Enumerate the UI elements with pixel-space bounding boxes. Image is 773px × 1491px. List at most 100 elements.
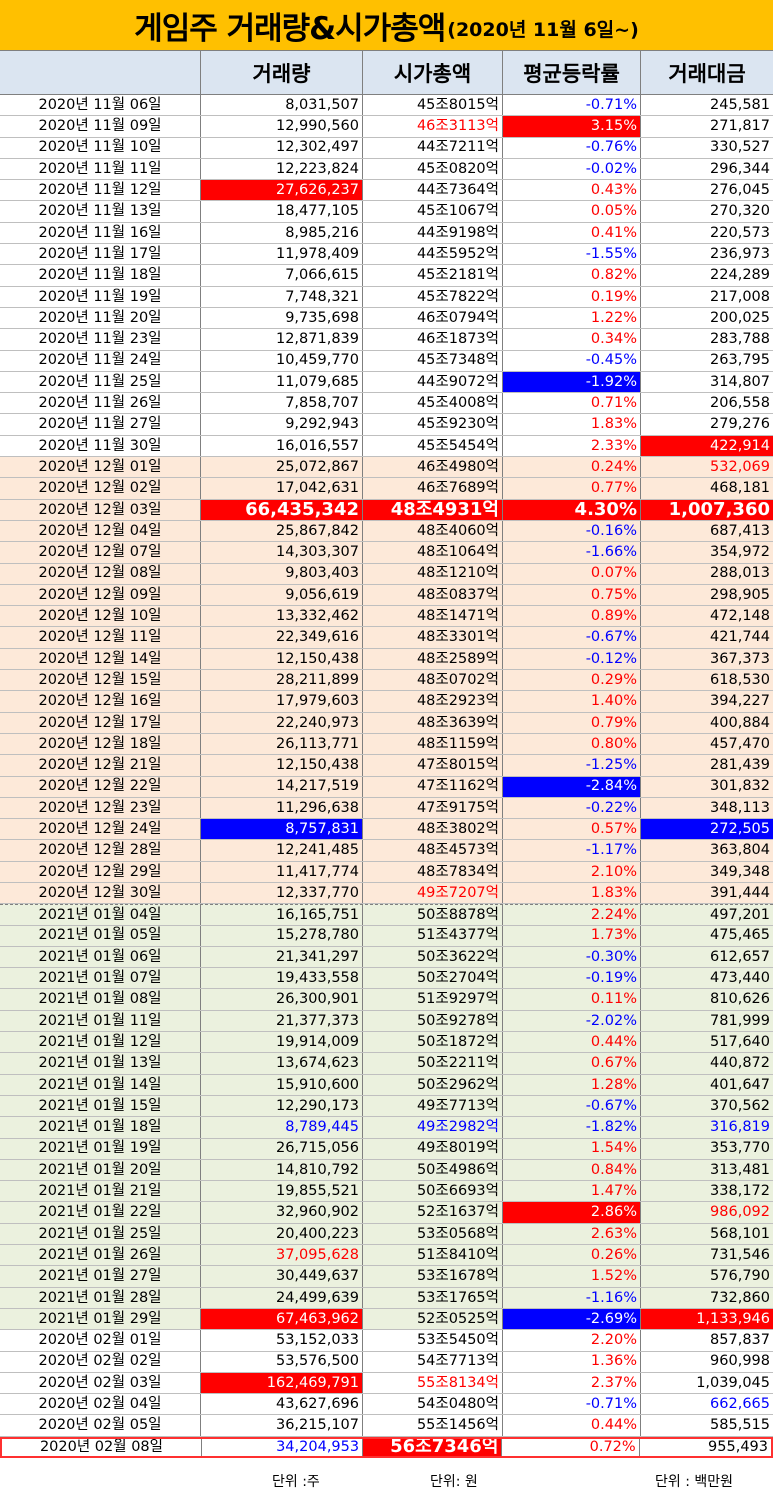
cell-date: 2021년 01월 29일 [38, 1310, 162, 1327]
table-row: 2021년 01월 27일 30,449,637 53조1678억 1.52% 576,… [0, 1266, 773, 1288]
cell-volume: 14,217,519 [200, 776, 362, 797]
cell-avg-change: -1.82% [502, 1117, 640, 1138]
cell-trade-amount: 532,069 [640, 457, 773, 478]
cell-trade-amount: 394,227 [640, 691, 773, 712]
cell-avg-change: 0.41% [502, 222, 640, 244]
cell-market-cap: 51조9297억 [362, 989, 502, 1010]
cell-trade-amount: 475,465 [640, 925, 773, 946]
table-row: 2020년 12월 21일 12,150,438 47조8015억 -1.25% 281… [0, 755, 773, 777]
header-date [0, 51, 200, 94]
cell-volume: 19,855,521 [200, 1181, 362, 1202]
cell-avg-change: 0.44% [502, 1415, 640, 1436]
cell-avg-change: 1.22% [502, 307, 640, 329]
cell-market-cap: 50조9278억 [362, 1010, 502, 1032]
cell-date: 2020년 11월 25일 [38, 373, 162, 390]
cell-volume: 11,978,409 [200, 244, 362, 265]
cell-market-cap: 50조2962억 [362, 1074, 502, 1095]
cell-avg-change: 0.29% [502, 670, 640, 691]
table-row: 2021년 01월 18일 8,789,445 49조2982억 -1.82% 316,… [0, 1117, 773, 1139]
cell-market-cap: 44조5952억 [362, 244, 502, 265]
cell-volume: 7,066,615 [200, 265, 362, 286]
cell-volume: 13,674,623 [200, 1053, 362, 1074]
cell-date: 2020년 12월 18일 [38, 735, 162, 752]
table-row: 2021년 01월 11일 21,377,373 50조9278억 -2.02% 781… [0, 1010, 773, 1033]
table-row: 2021년 01월 21일 19,855,521 50조6693억 1.47% 338,… [0, 1181, 773, 1203]
table-row: 2021년 01월 13일 13,674,623 50조2211억 0.67% 440,… [0, 1053, 773, 1075]
cell-volume: 37,095,628 [200, 1245, 362, 1266]
cell-date: 2021년 01월 25일 [38, 1225, 162, 1242]
cell-date: 2020년 12월 15일 [38, 671, 162, 688]
cell-trade-amount: 349,348 [640, 861, 773, 882]
cell-date: 2020년 11월 12일 [38, 182, 162, 199]
cell-market-cap: 56조7346억 [362, 1438, 502, 1456]
table-row: 2021년 01월 19일 26,715,056 49조8019억 1.54% 353,… [0, 1138, 773, 1160]
table-row: 2020년 11월 26일 7,858,707 45조4008억 0.71% 206,5… [0, 393, 773, 415]
cell-market-cap: 48조1471억 [362, 606, 502, 627]
cell-market-cap: 48조1159억 [362, 733, 502, 755]
cell-market-cap: 44조9198억 [362, 222, 502, 244]
cell-avg-change: 2.63% [502, 1223, 640, 1245]
table-row: 2020년 11월 18일 7,066,615 45조2181억 0.82% 224,2… [0, 265, 773, 287]
cell-avg-change: -0.22% [502, 797, 640, 819]
cell-date: 2020년 12월 01일 [38, 458, 162, 475]
cell-trade-amount: 468,181 [640, 478, 773, 499]
cell-avg-change: -1.16% [502, 1287, 640, 1308]
cell-avg-change: 0.43% [502, 180, 640, 201]
cell-volume: 12,241,485 [200, 840, 362, 861]
cell-date: 2020년 12월 17일 [38, 714, 162, 731]
cell-volume: 15,910,600 [200, 1074, 362, 1095]
cell-volume: 67,463,962 [200, 1308, 362, 1330]
cell-trade-amount: 781,999 [640, 1010, 773, 1032]
cell-trade-amount: 618,530 [640, 670, 773, 691]
cell-volume: 8,789,445 [200, 1117, 362, 1138]
cell-date: 2020년 11월 30일 [38, 437, 162, 454]
cell-trade-amount: 316,819 [640, 1117, 773, 1138]
cell-market-cap: 51조8410억 [362, 1245, 502, 1266]
cell-avg-change: 0.82% [502, 265, 640, 286]
cell-date: 2020년 02월 02일 [38, 1353, 162, 1370]
table-row: 2020년 12월 04일 25,867,842 48조4060억 -0.16% 687… [0, 520, 773, 543]
cell-volume: 53,152,033 [200, 1330, 362, 1351]
cell-avg-change: -2.02% [502, 1010, 640, 1032]
cell-volume: 10,459,770 [200, 350, 362, 371]
cell-avg-change: -0.30% [502, 946, 640, 968]
table-row: 2020년 11월 17일 11,978,409 44조5952억 -1.55% 236… [0, 244, 773, 266]
table-title: 게임주 거래량&시가총액 (2020년 11월 6일~) [0, 0, 773, 50]
cell-volume: 11,417,774 [200, 861, 362, 882]
cell-market-cap: 53조0568억 [362, 1223, 502, 1245]
cell-trade-amount: 731,546 [640, 1245, 773, 1266]
cell-date: 2020년 11월 26일 [38, 395, 162, 412]
cell-avg-change: -0.67% [502, 1095, 640, 1117]
cell-trade-amount: 276,045 [640, 180, 773, 201]
cell-trade-amount: 1,133,946 [640, 1308, 773, 1330]
cell-avg-change: -2.84% [502, 776, 640, 797]
cell-date: 2020년 02월 04일 [38, 1396, 162, 1412]
cell-date: 2021년 01월 14일 [38, 1076, 162, 1093]
cell-market-cap: 48조2589억 [362, 648, 502, 670]
table-row: 2021년 01월 15일 12,290,173 49조7713억 -0.67% 370… [0, 1095, 773, 1118]
cell-avg-change: 1.40% [502, 691, 640, 712]
cell-date: 2021년 01월 18일 [38, 1119, 162, 1136]
cell-market-cap: 45조5454억 [362, 435, 502, 457]
table-row: 2020년 12월 29일 11,417,774 48조7834억 2.10% 349,… [0, 861, 773, 883]
cell-volume: 28,211,899 [200, 670, 362, 691]
cell-date: 2020년 12월 28일 [38, 842, 162, 859]
table-row: 2021년 01월 29일 67,463,962 52조0525억 -2.69% 1,1… [0, 1308, 773, 1331]
cell-avg-change: 0.05% [502, 201, 640, 222]
cell-market-cap: 50조3622억 [362, 946, 502, 968]
cell-market-cap: 48조4931억 [362, 499, 502, 520]
cell-market-cap: 46조1873억 [362, 329, 502, 350]
table-row: 2020년 11월 19일 7,748,321 45조7822억 0.19% 217,0… [0, 286, 773, 308]
cell-volume: 7,858,707 [200, 393, 362, 414]
cell-trade-amount: 224,289 [640, 265, 773, 286]
cell-avg-change: 2.24% [502, 905, 640, 925]
header-market-cap: 시가총액 [362, 51, 502, 94]
cell-date: 2020년 11월 19일 [38, 288, 162, 305]
cell-trade-amount: 457,470 [640, 733, 773, 755]
table-row: 2020년 12월 23일 11,296,638 47조9175억 -0.22% 348… [0, 797, 773, 820]
cell-avg-change: 0.80% [502, 733, 640, 755]
cell-date: 2021년 01월 08일 [38, 991, 162, 1008]
table-header: 거래량 시가총액 평균등락률 거래대금 [0, 50, 773, 95]
cell-avg-change: 1.54% [502, 1138, 640, 1159]
cell-date: 2021년 01월 21일 [38, 1183, 162, 1200]
